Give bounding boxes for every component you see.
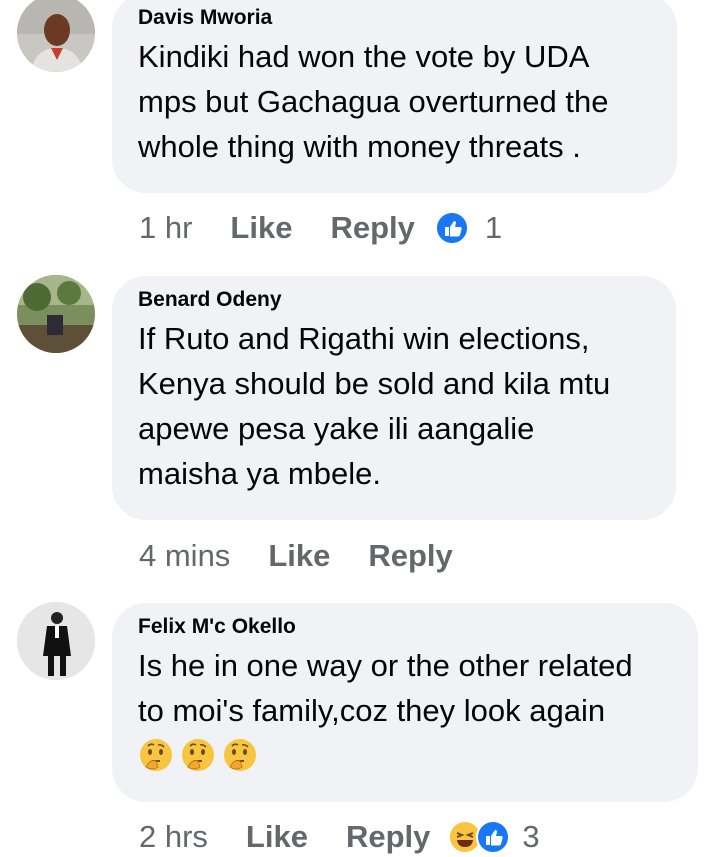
reply-button[interactable]: Reply bbox=[368, 538, 452, 574]
comment-text-line: Kenya should be sold and kila mtu bbox=[138, 366, 611, 401]
like-button[interactable]: Like bbox=[230, 210, 292, 246]
avatar-photo-icon bbox=[17, 0, 95, 72]
comment-actions: 4 mins Like Reply bbox=[139, 536, 491, 576]
avatar[interactable] bbox=[17, 602, 95, 680]
comment-actions: 1 hr Like Reply 1 bbox=[139, 208, 502, 248]
comment-text-line: maisha ya mbele. bbox=[138, 456, 381, 491]
like-icon bbox=[434, 211, 469, 245]
comment-text: Kindiki had won the vote by UDA mps but … bbox=[138, 34, 651, 169]
reply-button[interactable]: Reply bbox=[346, 819, 430, 855]
like-button[interactable]: Like bbox=[268, 538, 330, 574]
comment-text-line: Is he in one way or the other related bbox=[138, 648, 633, 683]
avatar-photo-icon bbox=[17, 275, 95, 353]
like-icon bbox=[476, 820, 511, 854]
avatar[interactable] bbox=[17, 0, 95, 72]
comment-timestamp[interactable]: 1 hr bbox=[139, 210, 192, 246]
comment-text-line: apewe pesa yake ili aangalie bbox=[138, 411, 535, 446]
thinking-face-icon bbox=[224, 739, 256, 771]
like-button[interactable]: Like bbox=[246, 819, 308, 855]
comment-text-line: If Ruto and Rigathi win elections, bbox=[138, 321, 590, 356]
reaction-summary[interactable]: 1 bbox=[434, 210, 503, 246]
comment-text-line: Kindiki had won the vote by UDA bbox=[138, 39, 590, 74]
comment-text: If Ruto and Rigathi win elections, Kenya… bbox=[138, 316, 650, 496]
reaction-count: 3 bbox=[522, 819, 540, 854]
comment-author[interactable]: Davis Mworia bbox=[138, 4, 651, 32]
comment-timestamp[interactable]: 2 hrs bbox=[139, 819, 208, 855]
comment-text: Is he in one way or the other related to… bbox=[138, 643, 672, 733]
reply-button[interactable]: Reply bbox=[330, 210, 414, 246]
reaction-count: 1 bbox=[484, 210, 503, 245]
comment-bubble: Davis Mworia Kindiki had won the vote by… bbox=[112, 0, 677, 193]
comment-author[interactable]: Benard Odeny bbox=[138, 286, 650, 314]
comment-actions: 2 hrs Like Reply 3 bbox=[139, 817, 540, 857]
comment-bubble: Felix M'c Okello Is he in one way or the… bbox=[112, 603, 698, 802]
comment-bubble: Benard Odeny If Ruto and Rigathi win ele… bbox=[112, 276, 676, 520]
avatar[interactable] bbox=[17, 275, 95, 353]
emoji-row bbox=[138, 737, 672, 773]
reaction-summary[interactable]: 3 bbox=[448, 819, 540, 855]
comment-text-line: to moi's family,coz they look again bbox=[138, 693, 606, 728]
thinking-face-icon bbox=[182, 739, 214, 771]
avatar-photo-icon bbox=[17, 602, 95, 680]
comment-text-line: mps but Gachagua overturned the bbox=[138, 84, 609, 119]
comment-author[interactable]: Felix M'c Okello bbox=[138, 613, 672, 641]
comment-text-line: whole thing with money threats . bbox=[138, 129, 581, 164]
thinking-face-icon bbox=[140, 739, 172, 771]
comment-timestamp[interactable]: 4 mins bbox=[139, 538, 230, 574]
